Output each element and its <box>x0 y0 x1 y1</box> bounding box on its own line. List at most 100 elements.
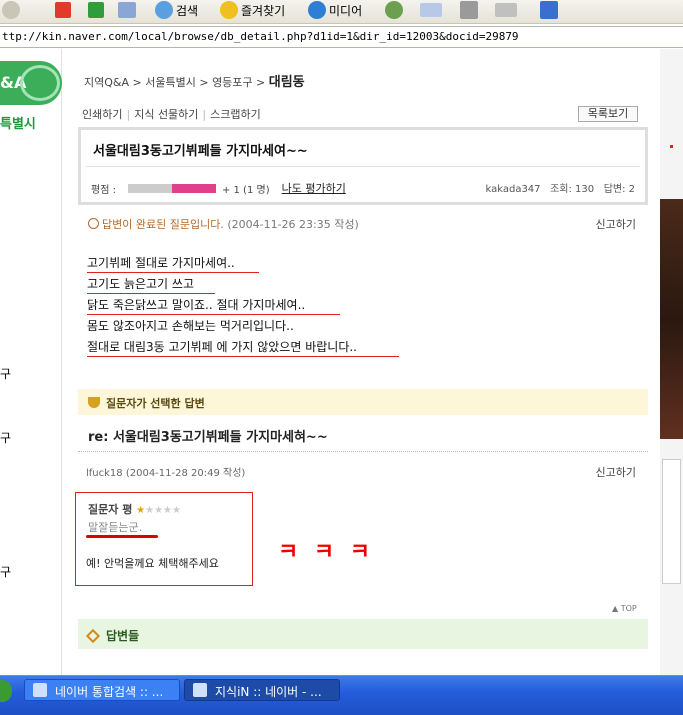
body-line: 몸도 않조아지고 손해보는 먹거리입니다.. <box>87 316 357 337</box>
question-author[interactable]: kakada347 <box>485 184 540 195</box>
address-bar[interactable]: ttp://kin.naver.com/local/browse/db_deta… <box>0 26 683 48</box>
answer-meta: lfuck18 (2004-11-28 20:49 작성) <box>86 468 246 479</box>
taskbar-item-label: 네이버 통합검색 :: ... <box>55 685 164 699</box>
rate-link[interactable]: 나도 평가하기 <box>282 180 346 196</box>
left-glyph-1[interactable]: 구 <box>0 365 11 382</box>
red-underline <box>87 272 259 273</box>
answer-divider <box>78 451 648 452</box>
media-icon <box>308 1 326 19</box>
printer-icon <box>460 1 478 19</box>
left-glyph-2[interactable]: 구 <box>0 429 11 446</box>
asker-evaluation-text: 말잘듣는군. <box>88 521 143 534</box>
breadcrumb-item-yeongdeungpo[interactable]: 영등포구 <box>212 76 252 89</box>
main-content: 지역Q&A > 서울특별시 > 영등포구 > 대림동 인쇄하기 | 지식 선물하기 |… <box>62 49 660 675</box>
body-line-text: 닭도 죽은닭쓰고 말이죠.. 절대 가지마세여.. <box>87 298 306 312</box>
body-line: 절대로 대림3동 고기뷔페 에 가지 않았으면 바랍니다.. <box>87 337 399 358</box>
right-sidebar <box>660 49 683 675</box>
rating-label: 평점 : <box>91 184 116 196</box>
question-title: 서울대림3동고기뷔페들 가지마세여~~ <box>93 144 308 159</box>
rating-bar-empty <box>127 183 172 193</box>
rating-bar-filled <box>171 183 216 193</box>
gift-link[interactable]: 지식 선물하기 <box>134 108 198 121</box>
qa-logo[interactable]: &A <box>0 61 62 105</box>
history-icon <box>385 1 403 19</box>
messenger-button[interactable] <box>540 0 561 20</box>
question-date: (2004-11-26 23:35 작성) <box>227 218 359 231</box>
report-answer-link[interactable]: 신고하기 <box>596 464 636 480</box>
right-panel <box>662 459 681 584</box>
body-line: 고기뷔페 절대로 가지마세여.. <box>87 253 357 274</box>
red-underline-mark <box>86 535 158 538</box>
left-region-label[interactable]: 특별시 <box>0 113 36 132</box>
left-glyph-3[interactable]: 구 <box>0 563 11 580</box>
body-line: 고기도 늙은고기 쓰고 <box>87 274 357 295</box>
back-icon <box>2 1 20 19</box>
favorites-button[interactable]: 즐겨찾기 <box>220 0 285 20</box>
action-links: 인쇄하기 | 지식 선물하기 | 스크랩하기 <box>82 106 261 122</box>
red-annotation: ㅋ ㅋ ㅋ <box>278 540 375 565</box>
clock-icon <box>88 218 99 229</box>
breadcrumb-item-qa[interactable]: 지역Q&A <box>84 76 129 89</box>
star-empty: ★★★★ <box>145 505 181 516</box>
taskbar-item-jisik-in[interactable]: 지식iN :: 네이버 - ... <box>184 679 340 701</box>
breadcrumb-sep: > <box>132 76 142 89</box>
selected-answer-header: 질문자가 선택한 답변 <box>78 389 648 415</box>
taskbar-item-label: 지식iN :: 네이버 - ... <box>215 685 322 699</box>
logo-circle-icon <box>20 65 60 101</box>
status-text: 답변이 완료된 질문입니다. <box>102 218 224 231</box>
favorites-label: 즐겨찾기 <box>241 3 286 18</box>
home-icon <box>118 2 136 18</box>
history-button[interactable] <box>385 0 406 20</box>
breadcrumb: 지역Q&A > 서울특별시 > 영등포구 > 대림동 <box>84 71 305 90</box>
body-line: 닭도 죽은닭쓰고 말이죠.. 절대 가지마세여.. <box>87 295 357 316</box>
rating-count: + 1 (1 명) <box>221 184 270 196</box>
start-button[interactable] <box>0 680 12 702</box>
edit-button[interactable] <box>495 0 520 20</box>
search-button[interactable]: 검색 <box>155 0 198 20</box>
ie-icon <box>193 683 207 697</box>
marker-dot <box>670 145 673 148</box>
rating-stars-icon: ★★★★★ <box>136 505 181 516</box>
breadcrumb-sep: > <box>199 76 209 89</box>
body-line-text: 고기뷔페 절대로 가지마세여.. <box>87 256 235 270</box>
breadcrumb-sep: > <box>256 76 266 89</box>
question-body: 고기뷔페 절대로 가지마세여.. 고기도 늙은고기 쓰고 닭도 죽은닭쓰고 말이… <box>87 253 399 358</box>
media-label: 미디어 <box>329 3 363 18</box>
search-icon <box>155 1 173 19</box>
ie-icon <box>33 683 47 697</box>
question-meta: kakada347 조회: 130 답변: 2 <box>485 180 635 195</box>
mail-button[interactable] <box>420 0 445 20</box>
taskbar-item-naver-search[interactable]: 네이버 통합검색 :: ... <box>24 679 180 701</box>
browser-toolbar: 검색 즐겨찾기 미디어 <box>0 0 683 24</box>
back-button[interactable] <box>2 0 23 20</box>
refresh-button[interactable] <box>88 0 107 20</box>
report-question-link[interactable]: 신고하기 <box>596 216 636 232</box>
star-filled: ★ <box>136 505 146 516</box>
print-link[interactable]: 인쇄하기 <box>82 108 122 121</box>
home-button[interactable] <box>118 0 139 20</box>
question-divider <box>86 166 640 167</box>
windows-taskbar: 네이버 통합검색 :: ... 지식iN :: 네이버 - ... <box>0 675 683 715</box>
action-sep: | <box>202 108 207 121</box>
top-link[interactable]: ▲ TOP <box>612 604 637 613</box>
star-icon <box>220 1 238 19</box>
question-box: 서울대림3동고기뷔페들 가지마세여~~ 평점 : + 1 (1 명) 나도 평가… <box>78 127 648 205</box>
selected-answer-label: 질문자가 선택한 답변 <box>106 397 205 410</box>
mail-icon <box>420 3 442 17</box>
scrap-link[interactable]: 스크랩하기 <box>210 108 261 121</box>
diamond-icon <box>85 628 101 644</box>
print-toolbar-button[interactable] <box>460 0 481 20</box>
stop-button[interactable] <box>55 0 74 20</box>
left-sidebar: &A 특별시 구 구 구 <box>0 49 62 675</box>
refresh-icon <box>88 2 104 18</box>
asker-evaluation-label: 질문자 평 ★★★★★ <box>88 501 181 517</box>
media-button[interactable]: 미디어 <box>308 0 362 20</box>
list-button[interactable]: 목록보기 <box>578 106 638 122</box>
stop-icon <box>55 2 71 18</box>
breadcrumb-item-seoul[interactable]: 서울특별시 <box>145 76 196 89</box>
right-photo[interactable] <box>660 199 683 439</box>
action-sep: | <box>126 108 131 121</box>
rating-row: 평점 : + 1 (1 명) 나도 평가하기 <box>91 180 346 196</box>
selected-answer-title: re: 서울대림3동고기뷔페들 가지마세혀~~ <box>88 430 328 445</box>
trophy-icon <box>88 397 100 408</box>
